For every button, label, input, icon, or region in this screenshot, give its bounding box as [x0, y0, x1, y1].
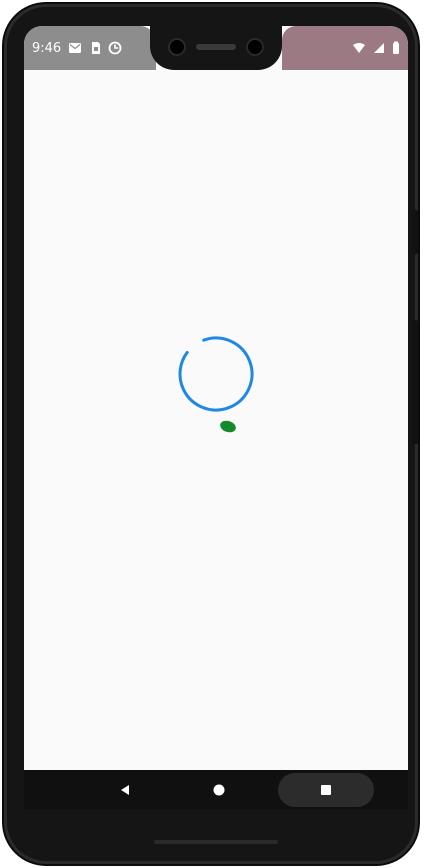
data-saver-icon [108, 41, 122, 55]
bottom-speaker-line [154, 840, 278, 844]
loading-indicator-dot [218, 418, 238, 435]
mail-icon [68, 42, 82, 54]
speaker-grill [196, 44, 236, 50]
status-bar-left: 9:46 [24, 26, 156, 70]
recents-icon [319, 783, 333, 797]
signal-icon [372, 41, 386, 55]
wifi-icon [352, 42, 366, 54]
back-button[interactable] [90, 773, 160, 807]
navigation-bar [24, 770, 408, 810]
phone-frame: 9:46 [4, 4, 418, 864]
back-icon [118, 783, 132, 797]
status-time: 9:46 [32, 40, 62, 56]
home-icon [212, 783, 226, 797]
home-button[interactable] [184, 773, 254, 807]
display-notch [150, 26, 282, 70]
battery-icon [392, 41, 400, 55]
sim-icon [89, 41, 101, 55]
front-sensor-icon [246, 38, 264, 56]
front-camera-icon [168, 38, 186, 56]
recents-button[interactable] [278, 773, 374, 807]
status-bar-right [282, 26, 408, 70]
power-button [412, 210, 418, 254]
loading-spinner [174, 332, 258, 416]
phone-screen: 9:46 [24, 26, 408, 810]
volume-button [412, 320, 418, 444]
